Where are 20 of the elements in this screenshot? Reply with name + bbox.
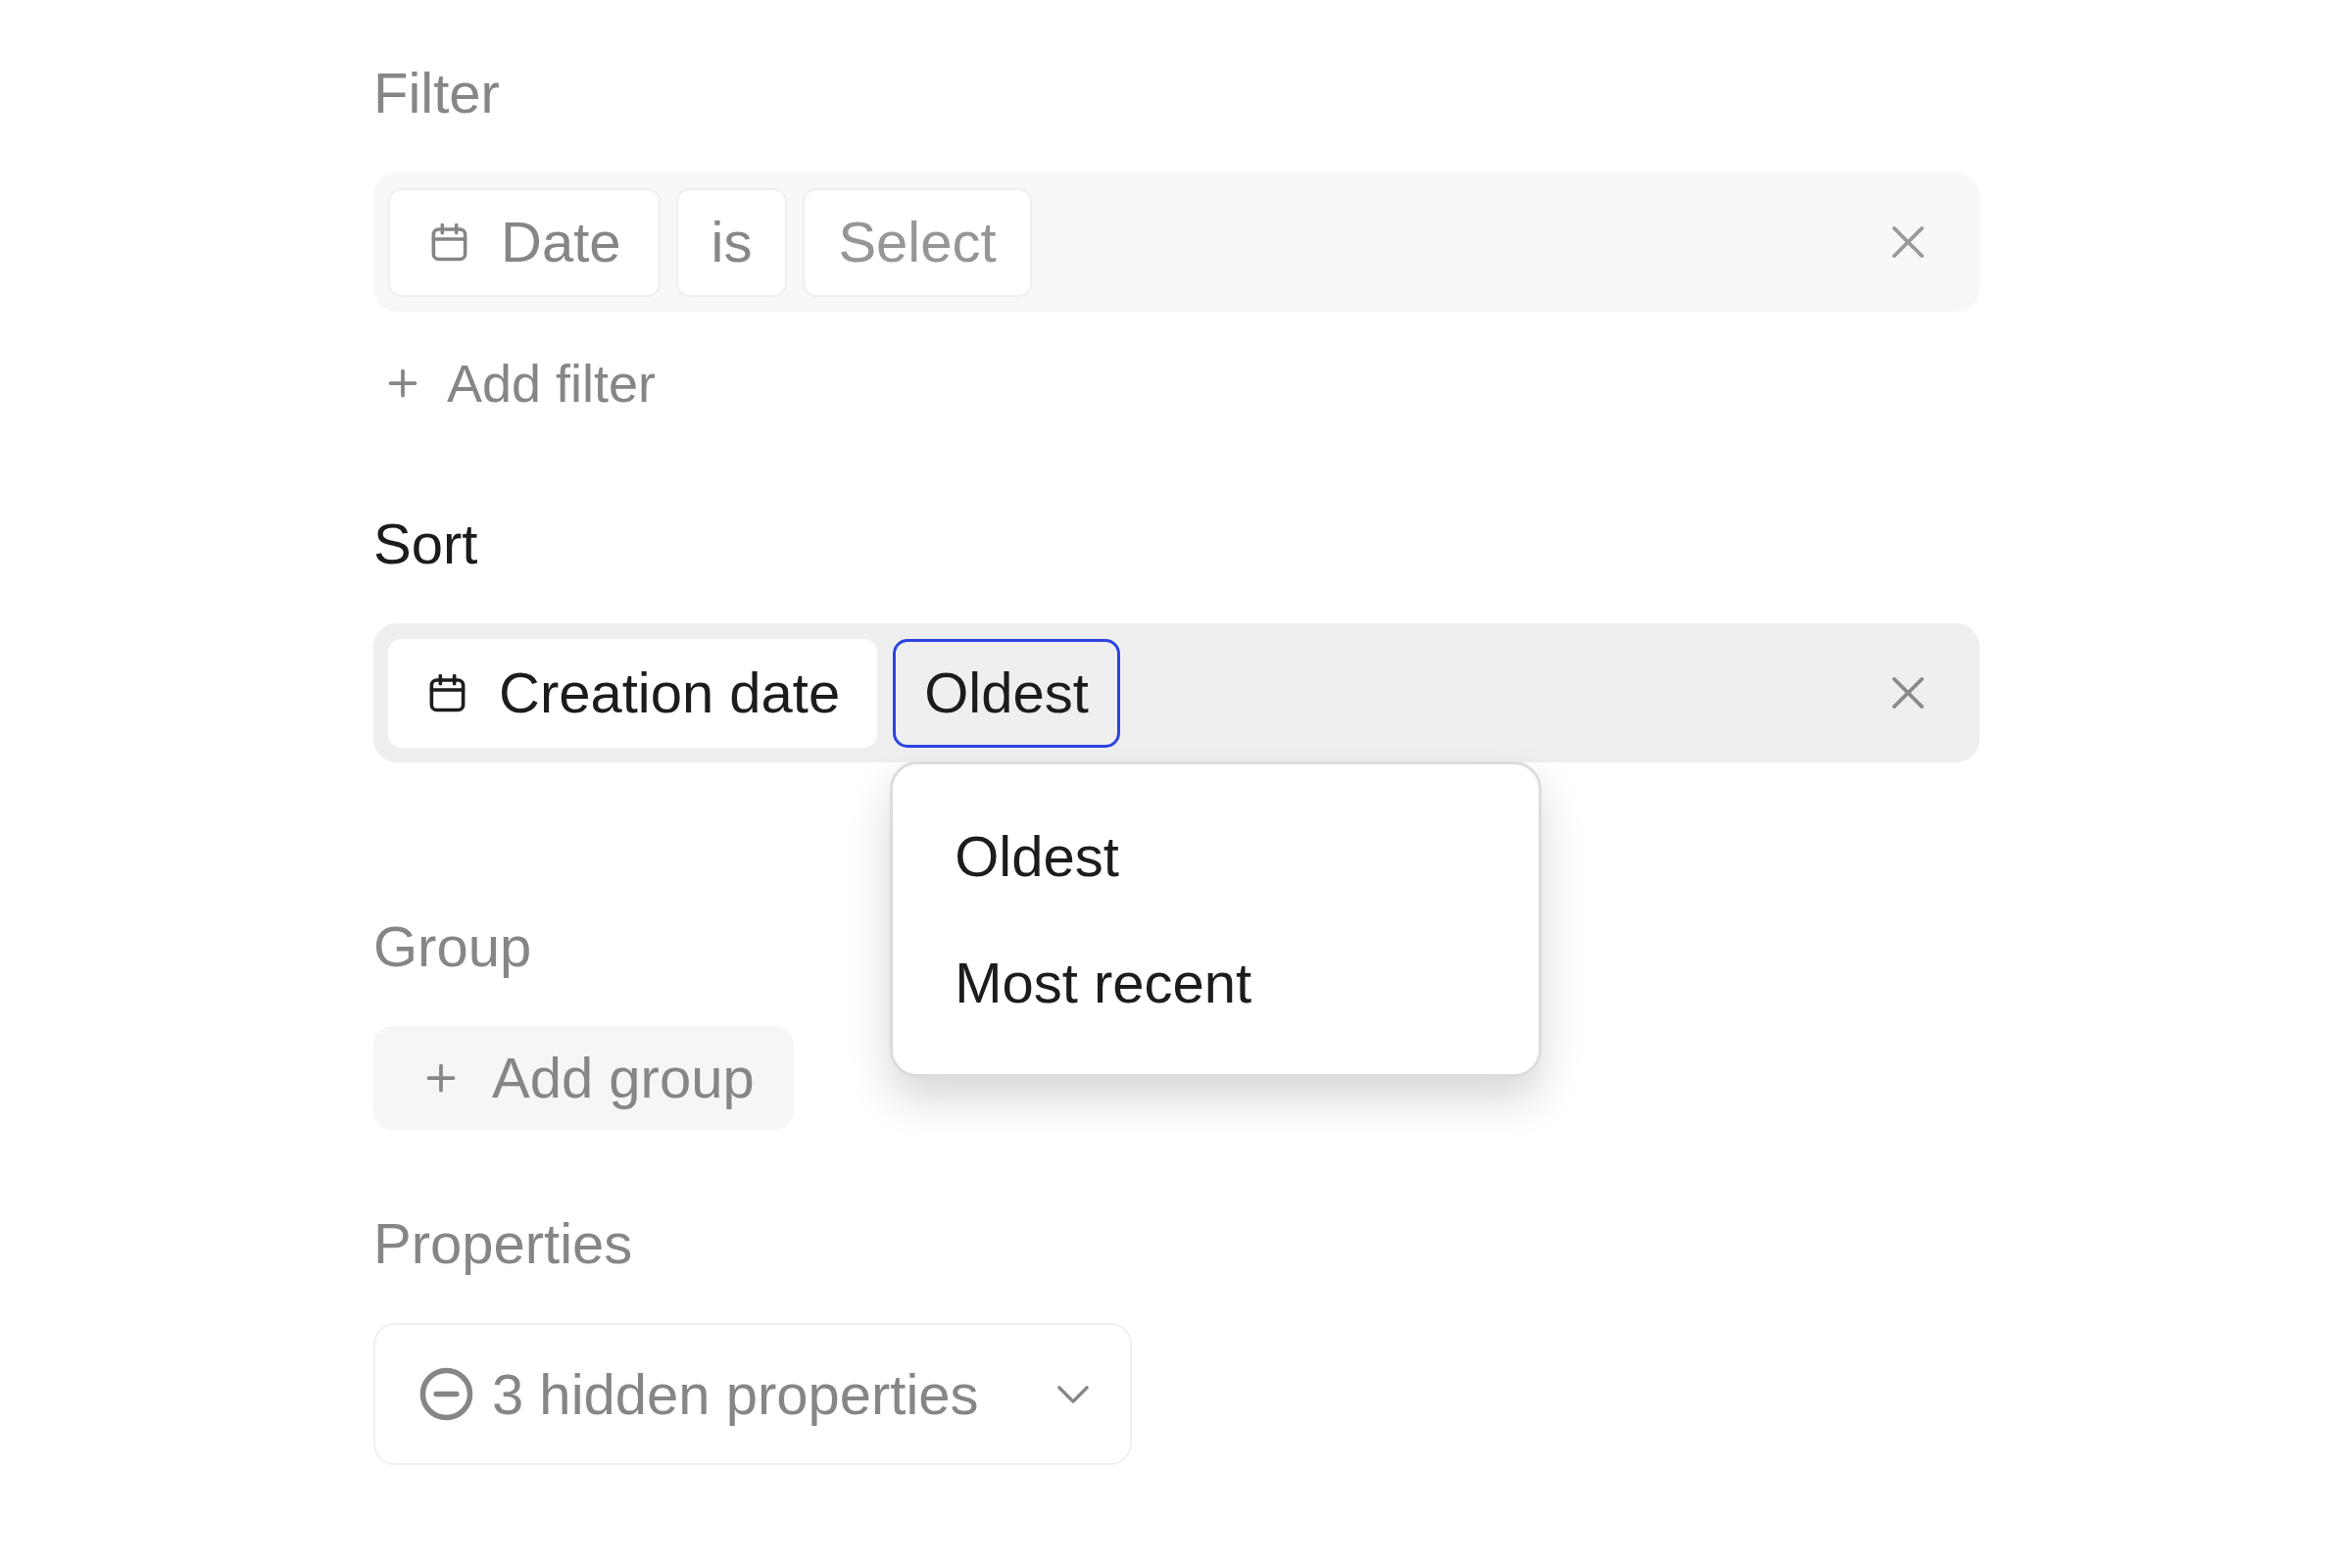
close-icon bbox=[1891, 225, 1925, 259]
section-title: Properties bbox=[373, 1210, 633, 1277]
close-icon bbox=[1891, 676, 1925, 710]
menu-option[interactable]: Most recent bbox=[893, 918, 1540, 1046]
field-button[interactable]: Date bbox=[388, 187, 661, 297]
section-title: Filter bbox=[373, 60, 500, 126]
plus-icon bbox=[388, 368, 417, 398]
add-filter-button[interactable]: Add filter bbox=[373, 349, 657, 417]
section-title: Sort bbox=[373, 511, 478, 577]
menu-option[interactable]: Oldest bbox=[893, 792, 1540, 919]
properties-dropdown[interactable]: 3 hidden properties bbox=[373, 1323, 1132, 1465]
sort-direction-button[interactable]: Oldest bbox=[893, 638, 1120, 748]
minus-circle-icon bbox=[419, 1367, 473, 1421]
field-button[interactable]: Creation date bbox=[388, 638, 878, 748]
chevron-down-icon bbox=[1055, 1384, 1090, 1404]
plus-icon bbox=[426, 1063, 456, 1093]
value-select[interactable]: Select bbox=[803, 187, 1032, 297]
section-title: Group bbox=[373, 913, 532, 980]
add-group-button[interactable]: Add group bbox=[373, 1026, 794, 1130]
operator-button[interactable]: is bbox=[675, 187, 788, 297]
